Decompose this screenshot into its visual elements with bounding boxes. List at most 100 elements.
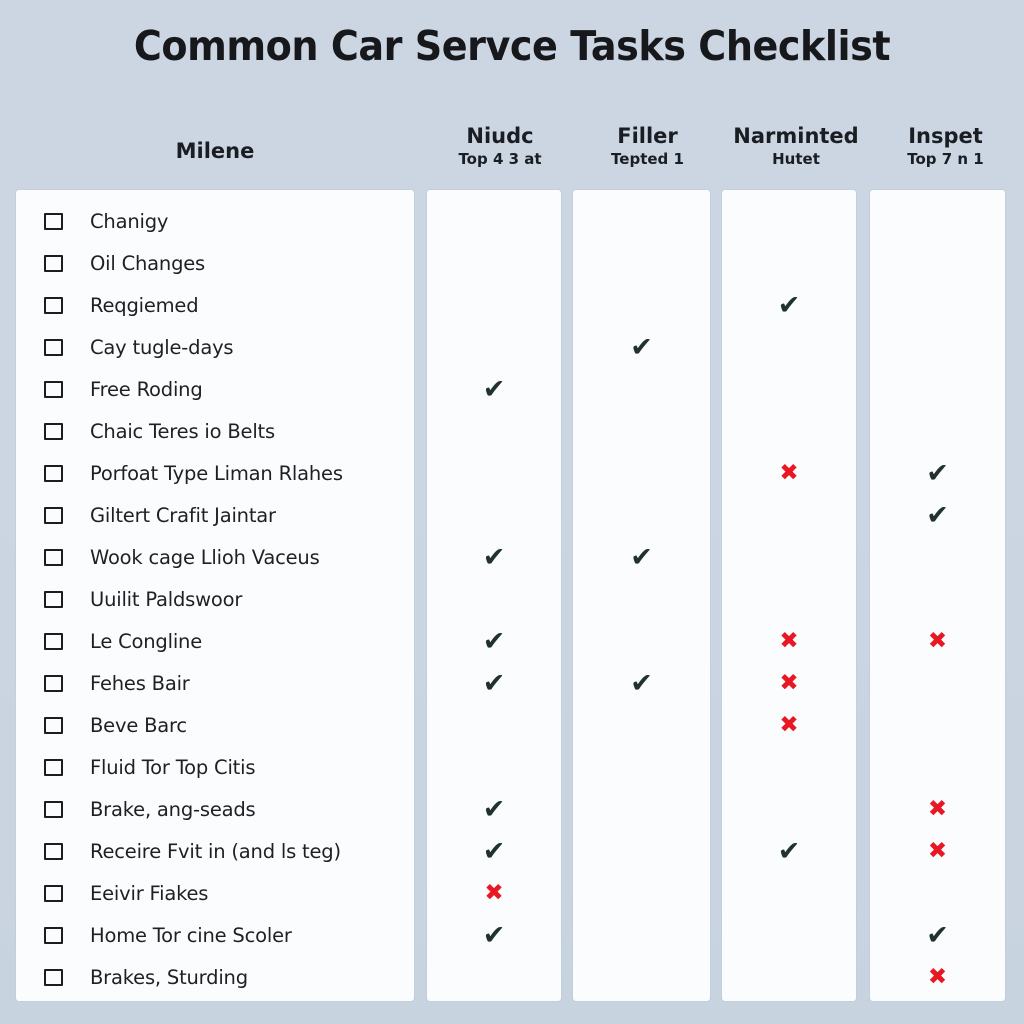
mark-cell-niudc[interactable]: ✔ — [427, 830, 561, 872]
mark-cell-filler[interactable]: ✔ — [573, 326, 710, 368]
mark-cell-niudc[interactable]: ✔ — [427, 914, 561, 956]
mark-cell-niudc[interactable] — [427, 494, 561, 536]
task-row[interactable]: Free Roding — [16, 368, 414, 410]
mark-cell-narminted[interactable] — [722, 872, 856, 914]
mark-cell-inspet[interactable] — [870, 326, 1005, 368]
checkbox-icon[interactable] — [44, 212, 63, 230]
checkbox-icon[interactable] — [44, 254, 63, 272]
mark-cell-niudc[interactable] — [427, 956, 561, 998]
mark-cell-narminted[interactable] — [722, 326, 856, 368]
mark-cell-niudc[interactable] — [427, 200, 561, 242]
checkbox-icon[interactable] — [44, 800, 63, 818]
mark-cell-filler[interactable] — [573, 746, 710, 788]
task-row[interactable]: Oil Changes — [16, 242, 414, 284]
mark-cell-narminted[interactable]: ✖ — [722, 704, 856, 746]
mark-cell-niudc[interactable] — [427, 284, 561, 326]
checkbox-icon[interactable] — [44, 716, 63, 734]
mark-cell-narminted[interactable]: ✖ — [722, 662, 856, 704]
checkbox-icon[interactable] — [44, 296, 63, 314]
task-row[interactable]: Beve Barc — [16, 704, 414, 746]
checkbox-icon[interactable] — [44, 548, 63, 566]
task-row[interactable]: Giltert Crafit Jaintar — [16, 494, 414, 536]
checkbox-icon[interactable] — [44, 506, 63, 524]
mark-cell-narminted[interactable] — [722, 914, 856, 956]
task-row[interactable]: Receire Fvit in (and ls teg) — [16, 830, 414, 872]
task-row[interactable]: Brakes, Sturding — [16, 956, 414, 998]
task-row[interactable]: Home Tor cine Scoler — [16, 914, 414, 956]
checkbox-icon[interactable] — [44, 968, 63, 986]
mark-cell-narminted[interactable] — [722, 410, 856, 452]
task-row[interactable]: Fehes Bair — [16, 662, 414, 704]
mark-cell-filler[interactable]: ✔ — [573, 662, 710, 704]
task-row[interactable]: Wook cage Llioh Vaceus — [16, 536, 414, 578]
task-row[interactable]: Cay tugle-days — [16, 326, 414, 368]
mark-cell-niudc[interactable]: ✔ — [427, 536, 561, 578]
task-row[interactable]: Chaic Teres io Belts — [16, 410, 414, 452]
task-row[interactable]: Fluid Tor Top Citis — [16, 746, 414, 788]
mark-cell-filler[interactable] — [573, 284, 710, 326]
checkbox-icon[interactable] — [44, 758, 63, 776]
mark-cell-inspet[interactable] — [870, 410, 1005, 452]
mark-cell-filler[interactable] — [573, 704, 710, 746]
mark-cell-niudc[interactable]: ✔ — [427, 368, 561, 410]
checkbox-icon[interactable] — [44, 632, 63, 650]
mark-cell-inspet[interactable] — [870, 746, 1005, 788]
checkbox-icon[interactable] — [44, 842, 63, 860]
mark-cell-inspet[interactable] — [870, 872, 1005, 914]
mark-cell-inspet[interactable] — [870, 242, 1005, 284]
mark-cell-narminted[interactable]: ✔ — [722, 830, 856, 872]
mark-cell-niudc[interactable] — [427, 410, 561, 452]
mark-cell-narminted[interactable] — [722, 536, 856, 578]
mark-cell-filler[interactable] — [573, 620, 710, 662]
mark-cell-inspet[interactable] — [870, 536, 1005, 578]
mark-cell-niudc[interactable] — [427, 704, 561, 746]
mark-cell-narminted[interactable] — [722, 956, 856, 998]
task-row[interactable]: Reqgiemed — [16, 284, 414, 326]
mark-cell-narminted[interactable] — [722, 494, 856, 536]
mark-cell-narminted[interactable] — [722, 788, 856, 830]
task-row[interactable]: Le Congline — [16, 620, 414, 662]
checkbox-icon[interactable] — [44, 464, 63, 482]
mark-cell-niudc[interactable]: ✔ — [427, 788, 561, 830]
mark-cell-narminted[interactable] — [722, 578, 856, 620]
mark-cell-niudc[interactable]: ✔ — [427, 662, 561, 704]
mark-cell-inspet[interactable] — [870, 200, 1005, 242]
checkbox-icon[interactable] — [44, 590, 63, 608]
mark-cell-filler[interactable] — [573, 830, 710, 872]
mark-cell-narminted[interactable]: ✖ — [722, 620, 856, 662]
mark-cell-filler[interactable] — [573, 200, 710, 242]
mark-cell-inspet[interactable] — [870, 578, 1005, 620]
task-row[interactable]: Porfoat Type Liman Rlahes — [16, 452, 414, 494]
mark-cell-niudc[interactable] — [427, 578, 561, 620]
mark-cell-inspet[interactable]: ✖ — [870, 788, 1005, 830]
mark-cell-filler[interactable] — [573, 788, 710, 830]
mark-cell-filler[interactable] — [573, 242, 710, 284]
mark-cell-niudc[interactable] — [427, 326, 561, 368]
mark-cell-filler[interactable] — [573, 452, 710, 494]
checkbox-icon[interactable] — [44, 926, 63, 944]
mark-cell-inspet[interactable]: ✖ — [870, 830, 1005, 872]
task-row[interactable]: Brake, ang-seads — [16, 788, 414, 830]
mark-cell-inspet[interactable] — [870, 368, 1005, 410]
mark-cell-inspet[interactable]: ✖ — [870, 956, 1005, 998]
mark-cell-inspet[interactable]: ✔ — [870, 452, 1005, 494]
checkbox-icon[interactable] — [44, 674, 63, 692]
mark-cell-filler[interactable] — [573, 914, 710, 956]
mark-cell-inspet[interactable] — [870, 662, 1005, 704]
checkbox-icon[interactable] — [44, 338, 63, 356]
mark-cell-niudc[interactable] — [427, 452, 561, 494]
mark-cell-filler[interactable] — [573, 410, 710, 452]
mark-cell-inspet[interactable] — [870, 284, 1005, 326]
mark-cell-inspet[interactable]: ✔ — [870, 494, 1005, 536]
mark-cell-inspet[interactable]: ✖ — [870, 620, 1005, 662]
mark-cell-niudc[interactable] — [427, 746, 561, 788]
mark-cell-filler[interactable] — [573, 872, 710, 914]
mark-cell-narminted[interactable] — [722, 242, 856, 284]
mark-cell-narminted[interactable] — [722, 368, 856, 410]
mark-cell-narminted[interactable]: ✔ — [722, 284, 856, 326]
mark-cell-filler[interactable] — [573, 494, 710, 536]
checkbox-icon[interactable] — [44, 884, 63, 902]
mark-cell-narminted[interactable]: ✖ — [722, 452, 856, 494]
mark-cell-narminted[interactable] — [722, 200, 856, 242]
task-row[interactable]: Chanigy — [16, 200, 414, 242]
